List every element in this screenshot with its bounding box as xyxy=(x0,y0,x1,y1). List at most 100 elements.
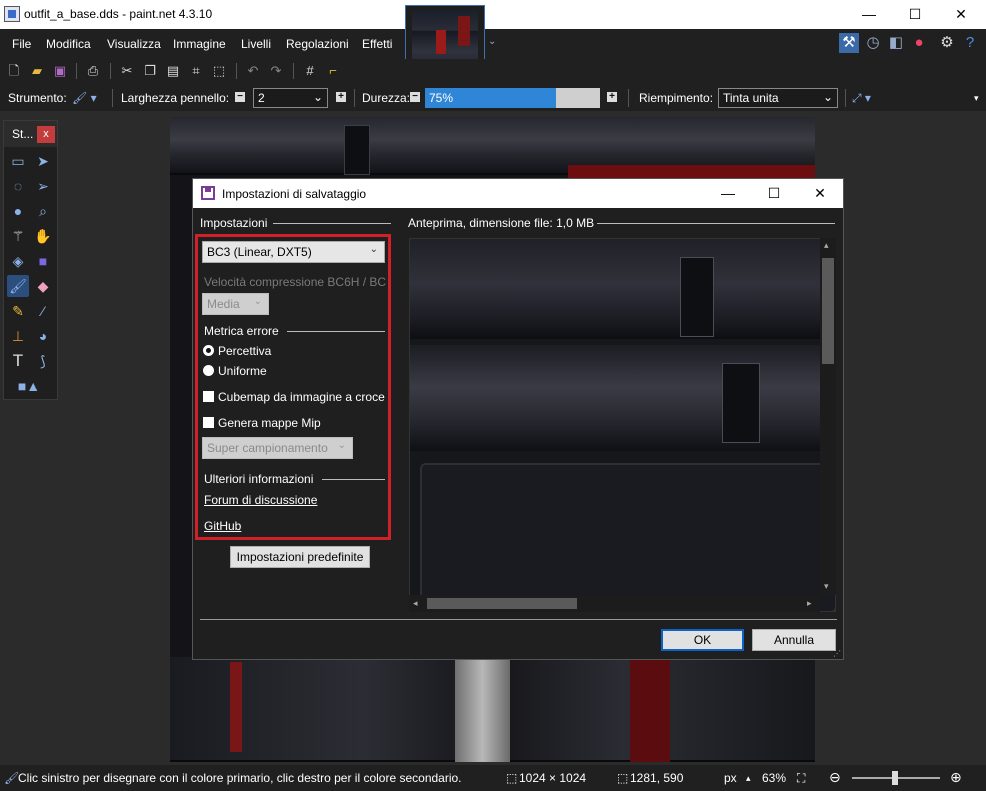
perceptual-radio[interactable] xyxy=(203,345,214,356)
lasso-select-tool[interactable]: ◌ xyxy=(7,175,29,197)
save-icon[interactable]: ▣ xyxy=(51,62,69,80)
decrease-hardness-button[interactable]: − xyxy=(410,92,420,102)
unit-dropdown-icon[interactable]: ▴ xyxy=(746,773,751,784)
zoom-slider-thumb[interactable] xyxy=(892,771,898,785)
dialog-minimize-button[interactable]: — xyxy=(705,179,751,208)
close-button[interactable]: ✕ xyxy=(938,0,984,29)
unit-selector[interactable]: px xyxy=(724,771,737,785)
resampling-select[interactable]: Super campionamento ⌄ xyxy=(202,437,353,459)
cut-icon[interactable]: ✂ xyxy=(118,62,136,80)
cubemap-checkbox[interactable] xyxy=(203,391,214,402)
menu-effects[interactable]: Effetti xyxy=(362,37,392,51)
toolbar-overflow-icon[interactable]: ▾ xyxy=(974,93,979,104)
mipmaps-checkbox[interactable] xyxy=(203,417,214,428)
crop-to-selection-icon[interactable]: ⌗ xyxy=(187,62,205,80)
line-curve-tool[interactable]: ⟆ xyxy=(32,350,54,372)
dialog-close-button[interactable]: ✕ xyxy=(797,179,843,208)
paste-icon[interactable]: ▤ xyxy=(164,62,182,80)
menu-layers[interactable]: Livelli xyxy=(241,37,271,51)
move-selected-pixels-tool[interactable]: ➤ xyxy=(32,150,54,172)
ruler-icon[interactable]: ⌐ xyxy=(324,62,342,80)
menu-view[interactable]: Visualizza xyxy=(107,37,161,51)
increase-hardness-button[interactable]: + xyxy=(607,92,617,102)
perceptual-radio-label[interactable]: Percettiva xyxy=(218,344,271,358)
scroll-left-icon[interactable]: ◂ xyxy=(413,598,418,609)
menu-edit[interactable]: Modifica xyxy=(46,37,91,51)
recolor-tool[interactable]: ◕ xyxy=(32,325,54,347)
text-tool[interactable]: T xyxy=(7,350,29,372)
print-icon[interactable]: ⎙ xyxy=(84,62,102,80)
open-file-icon[interactable]: ▰ xyxy=(28,62,46,80)
tools-window-icon[interactable]: ⚒ xyxy=(839,33,859,53)
dialog-maximize-button[interactable]: ☐ xyxy=(751,179,797,208)
antialiasing-icon[interactable]: ⤢ ▾ xyxy=(852,91,871,106)
texture-red-patch xyxy=(230,662,242,752)
brush-width-field[interactable]: 2 ⌄ xyxy=(253,88,328,108)
zoom-tool[interactable]: ⌕ xyxy=(32,200,54,222)
ok-button[interactable]: OK xyxy=(661,629,744,651)
tool-dropdown-icon[interactable]: 🖌 ▾ xyxy=(72,91,97,105)
uniform-radio-label[interactable]: Uniforme xyxy=(218,364,267,378)
eraser-tool[interactable]: ◆ xyxy=(32,275,54,297)
zoom-in-icon[interactable]: ⊕ xyxy=(950,769,962,786)
ellipse-select-tool[interactable]: ● xyxy=(7,200,29,222)
scroll-down-icon[interactable]: ▾ xyxy=(824,581,829,592)
default-settings-button[interactable]: Impostazioni predefinite xyxy=(230,546,370,568)
clone-stamp-tool[interactable]: ⊥ xyxy=(7,325,29,347)
pencil-tool[interactable]: ✎ xyxy=(7,300,29,322)
zoom-dropdown-icon[interactable]: ⛶ xyxy=(797,771,805,786)
mipmaps-checkbox-label[interactable]: Genera mappe Mip xyxy=(218,416,321,430)
minimize-button[interactable]: — xyxy=(846,0,892,29)
resize-grip-icon[interactable]: ⋰ xyxy=(833,649,841,658)
zoom-level[interactable]: 63% xyxy=(762,771,786,785)
menu-image[interactable]: Immagine xyxy=(173,37,226,51)
uniform-radio[interactable] xyxy=(203,365,214,376)
fill-mode-select[interactable]: Tinta unita ⌄ xyxy=(718,88,838,108)
dialog-footer-divider xyxy=(200,619,837,620)
rectangle-select-tool[interactable]: ▭ xyxy=(7,150,29,172)
chevron-down-icon: ⌄ xyxy=(822,90,833,104)
colors-window-icon[interactable]: ● xyxy=(909,33,929,53)
layers-window-icon[interactable]: ◧ xyxy=(886,33,906,53)
help-icon[interactable]: ? xyxy=(960,33,980,53)
section-divider xyxy=(273,223,391,224)
menu-file[interactable]: File xyxy=(12,37,31,51)
magic-wand-tool[interactable]: ⚚ xyxy=(7,225,29,247)
paint-bucket-tool[interactable]: ◈ xyxy=(7,250,29,272)
preview-image[interactable] xyxy=(409,238,836,612)
scroll-right-icon[interactable]: ▸ xyxy=(807,598,812,609)
horizontal-scroll-thumb[interactable] xyxy=(427,598,577,609)
forum-link[interactable]: Forum di discussione xyxy=(204,493,317,507)
compression-speed-select[interactable]: Media ⌄ xyxy=(202,293,269,315)
maximize-button[interactable]: ☐ xyxy=(892,0,938,29)
undo-icon[interactable]: ↶ xyxy=(244,62,262,80)
deselect-icon[interactable]: ⬚ xyxy=(210,62,228,80)
settings-icon[interactable]: ⚙ xyxy=(937,33,957,53)
history-window-icon[interactable]: ◷ xyxy=(863,33,883,53)
shapes-tool[interactable]: ■▲ xyxy=(12,375,46,397)
scroll-up-icon[interactable]: ▴ xyxy=(824,240,829,251)
image-list-dropdown-icon[interactable]: ⌄ xyxy=(488,36,496,47)
vertical-scroll-thumb[interactable] xyxy=(822,258,834,364)
new-file-icon[interactable]: 🗋 xyxy=(5,62,23,80)
paintbrush-tool[interactable]: 🖌 xyxy=(7,275,29,297)
preview-vertical-scrollbar[interactable]: ▴ ▾ xyxy=(820,238,836,595)
tools-panel-close-button[interactable]: x xyxy=(37,126,55,143)
color-picker-tool[interactable]: ⁄ xyxy=(32,300,54,322)
decrease-brush-width-button[interactable]: − xyxy=(235,92,245,102)
preview-horizontal-scrollbar[interactable]: ◂ ▸ xyxy=(409,595,820,612)
zoom-out-icon[interactable]: ⊖ xyxy=(829,769,841,786)
increase-brush-width-button[interactable]: + xyxy=(336,92,346,102)
redo-icon[interactable]: ↷ xyxy=(267,62,285,80)
cancel-button[interactable]: Annulla xyxy=(752,629,836,651)
pan-tool[interactable]: ✋ xyxy=(32,225,54,247)
format-select[interactable]: BC3 (Linear, DXT5) ⌄ xyxy=(202,241,385,263)
move-selection-tool[interactable]: ➢ xyxy=(32,175,54,197)
gradient-tool[interactable]: ■ xyxy=(32,250,54,272)
cubemap-checkbox-label[interactable]: Cubemap da immagine a croce xyxy=(218,390,385,404)
grid-icon[interactable]: # xyxy=(301,62,319,80)
github-link[interactable]: GitHub xyxy=(204,519,241,533)
menu-adjustments[interactable]: Regolazioni xyxy=(286,37,349,51)
copy-icon[interactable]: ❐ xyxy=(141,62,159,80)
hardness-slider[interactable]: 75% xyxy=(425,88,600,108)
